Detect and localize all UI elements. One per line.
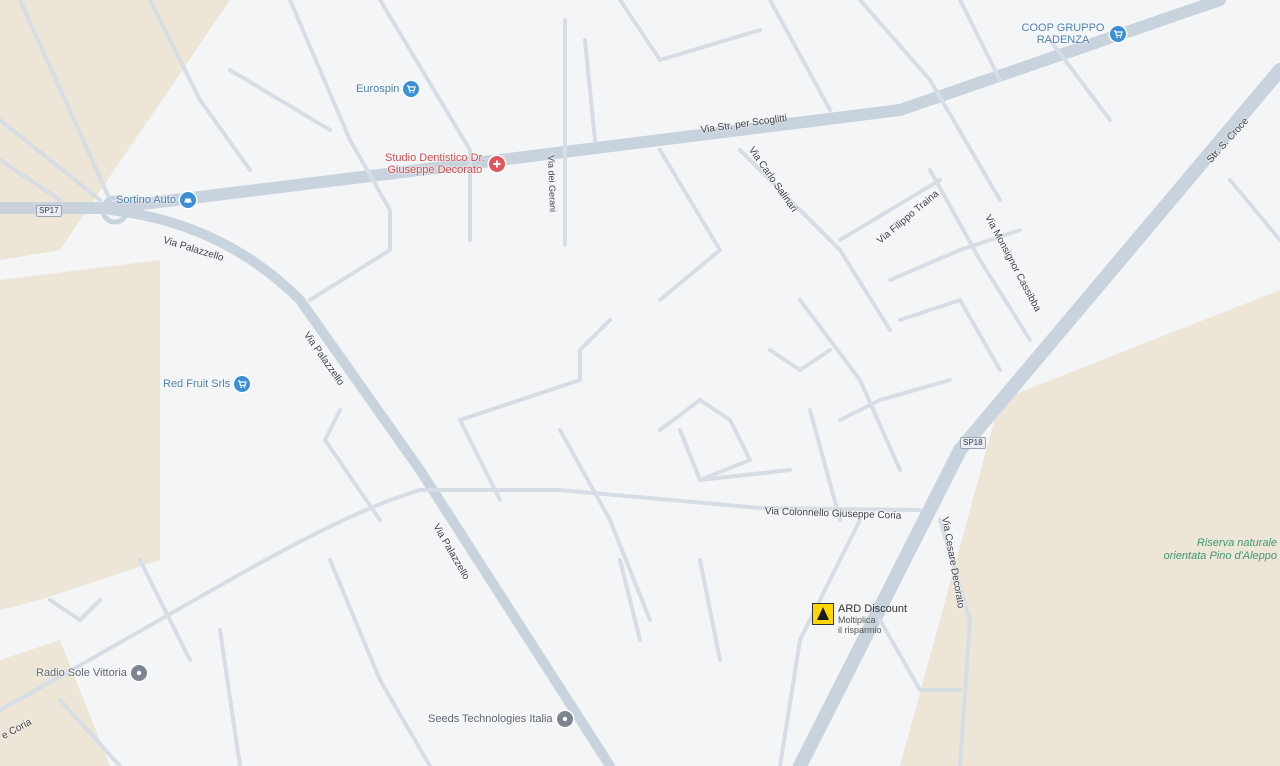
medical-icon bbox=[488, 156, 505, 172]
road-shield-sp17: SP17 bbox=[36, 205, 62, 217]
shopping-cart-icon bbox=[403, 81, 420, 97]
poi-coop[interactable]: COOP GRUPPO RADENZA bbox=[1020, 22, 1126, 46]
location-pin-icon bbox=[130, 665, 147, 681]
poi-label: Eurospin bbox=[356, 83, 400, 95]
poi-label: Sortino Auto bbox=[116, 194, 176, 206]
map-canvas[interactable]: SP17 SP18 Via Str. per Scoglitti Via Pal… bbox=[0, 0, 1280, 766]
road-shield-sp18: SP18 bbox=[960, 437, 986, 449]
ard-tagline: il risparmio bbox=[838, 625, 882, 635]
ard-name: ARD Discount bbox=[838, 603, 908, 615]
poi-sortino-auto[interactable]: Sortino Auto bbox=[116, 192, 196, 208]
poi-seeds-technologies[interactable]: Seeds Technologies Italia bbox=[428, 711, 573, 727]
poi-radio-sole[interactable]: Radio Sole Vittoria bbox=[36, 665, 147, 681]
poi-label: COOP GRUPPO RADENZA bbox=[1021, 22, 1105, 46]
poi-label: Radio Sole Vittoria bbox=[36, 667, 127, 679]
car-icon bbox=[179, 192, 196, 208]
shopping-cart-icon bbox=[1110, 26, 1126, 42]
road-label-gerani: Via dei Gerani bbox=[546, 155, 558, 213]
poi-label: Red Fruit Srls bbox=[163, 378, 231, 390]
location-pin-icon bbox=[556, 711, 573, 727]
poi-label: Seeds Technologies Italia bbox=[428, 713, 553, 725]
park-label-line: orientata Pino d'Aleppo bbox=[1163, 550, 1277, 562]
ard-tagline: Moltiplica bbox=[838, 615, 876, 625]
ard-logo-icon bbox=[812, 603, 834, 625]
terrain-area bbox=[0, 260, 160, 610]
poi-studio-dentistico[interactable]: Studio Dentistico Dr. Giuseppe Decorato bbox=[385, 152, 505, 176]
poi-ard-discount[interactable]: ARD Discount Moltiplica il risparmio bbox=[812, 603, 907, 635]
poi-eurospin[interactable]: Eurospin bbox=[356, 81, 420, 97]
park-label-line: Riserva naturale bbox=[1196, 537, 1277, 549]
park-label[interactable]: Riserva naturale orientata Pino d'Aleppo bbox=[1140, 537, 1277, 563]
poi-red-fruit[interactable]: Red Fruit Srls bbox=[163, 376, 251, 392]
shopping-cart-icon bbox=[234, 376, 251, 392]
terrain-area bbox=[900, 290, 1280, 766]
poi-label: Studio Dentistico Dr. Giuseppe Decorato bbox=[385, 152, 485, 176]
